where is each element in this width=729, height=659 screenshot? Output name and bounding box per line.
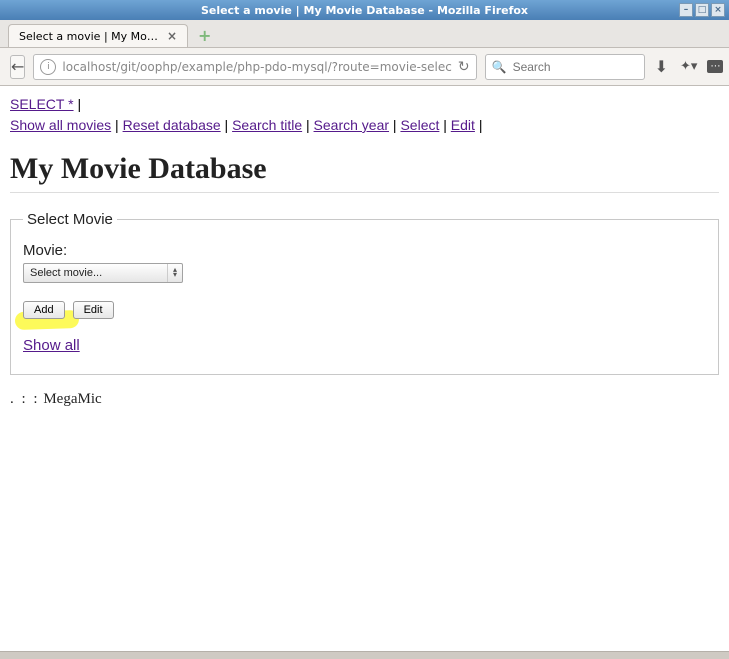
footer-text: MegaMic bbox=[43, 391, 101, 407]
browser-navbar: ← i localhost/git/oophp/example/php-pdo-… bbox=[0, 48, 729, 86]
page-title: My Movie Database bbox=[10, 152, 719, 186]
close-window-button[interactable]: × bbox=[711, 3, 725, 17]
separator: | bbox=[479, 117, 483, 133]
separator: | bbox=[306, 117, 310, 133]
site-identity-icon[interactable]: i bbox=[40, 59, 56, 75]
button-row: Add Edit bbox=[23, 301, 706, 319]
divider bbox=[10, 192, 719, 193]
movie-label: Movie: bbox=[23, 242, 706, 259]
link-select[interactable]: Select bbox=[400, 117, 439, 133]
add-button[interactable]: Add bbox=[23, 301, 65, 319]
edit-button[interactable]: Edit bbox=[73, 301, 114, 319]
page-content: SELECT * | Show all movies | Reset datab… bbox=[0, 86, 729, 416]
separator: | bbox=[77, 96, 81, 112]
window-bottom-edge bbox=[0, 651, 729, 659]
tab-label: Select a movie | My Movie D... bbox=[19, 30, 161, 43]
separator: | bbox=[443, 117, 447, 133]
nav-links: SELECT * | Show all movies | Reset datab… bbox=[10, 94, 719, 136]
url-text: localhost/git/oophp/example/php-pdo-mysq… bbox=[62, 60, 451, 74]
window-title: Select a movie | My Movie Database - Moz… bbox=[201, 4, 528, 17]
reader-icon[interactable]: ⋯ bbox=[707, 60, 723, 73]
dropdown-arrow-icon: ▴▾ bbox=[167, 264, 182, 282]
reload-icon[interactable]: ↻ bbox=[458, 59, 470, 75]
fieldset-legend: Select Movie bbox=[23, 211, 117, 228]
browser-search-bar[interactable]: 🔍 bbox=[485, 54, 645, 80]
link-show-all-movies[interactable]: Show all movies bbox=[10, 117, 111, 133]
link-search-title[interactable]: Search title bbox=[232, 117, 302, 133]
minimize-button[interactable]: – bbox=[679, 3, 693, 17]
url-bar[interactable]: i localhost/git/oophp/example/php-pdo-my… bbox=[33, 54, 476, 80]
close-tab-icon[interactable]: × bbox=[167, 29, 177, 43]
new-tab-button[interactable]: + bbox=[192, 26, 217, 47]
downloads-icon[interactable]: ⬇ bbox=[653, 57, 670, 76]
page-footer: . : : MegaMic bbox=[10, 391, 719, 408]
movie-dropdown[interactable]: Select movie... ▴▾ bbox=[23, 263, 183, 283]
pocket-icon[interactable]: ✦▾ bbox=[678, 59, 699, 74]
search-input[interactable] bbox=[513, 60, 668, 74]
window-controls: – □ × bbox=[679, 3, 725, 17]
footer-dots: . : : bbox=[10, 391, 40, 407]
show-all-link[interactable]: Show all bbox=[23, 337, 80, 354]
back-button[interactable]: ← bbox=[10, 55, 25, 79]
link-reset-database[interactable]: Reset database bbox=[123, 117, 221, 133]
dropdown-value: Select movie... bbox=[30, 267, 102, 279]
maximize-button[interactable]: □ bbox=[695, 3, 709, 17]
link-edit[interactable]: Edit bbox=[451, 117, 475, 133]
browser-tabbar: Select a movie | My Movie D... × + bbox=[0, 20, 729, 48]
link-search-year[interactable]: Search year bbox=[314, 117, 389, 133]
separator: | bbox=[225, 117, 229, 133]
separator: | bbox=[393, 117, 397, 133]
separator: | bbox=[115, 117, 119, 133]
link-select-star[interactable]: SELECT * bbox=[10, 96, 74, 112]
window-titlebar: Select a movie | My Movie Database - Moz… bbox=[0, 0, 729, 20]
browser-tab[interactable]: Select a movie | My Movie D... × bbox=[8, 24, 188, 47]
search-icon: 🔍 bbox=[492, 60, 507, 74]
select-movie-fieldset: Select Movie Movie: Select movie... ▴▾ A… bbox=[10, 211, 719, 375]
